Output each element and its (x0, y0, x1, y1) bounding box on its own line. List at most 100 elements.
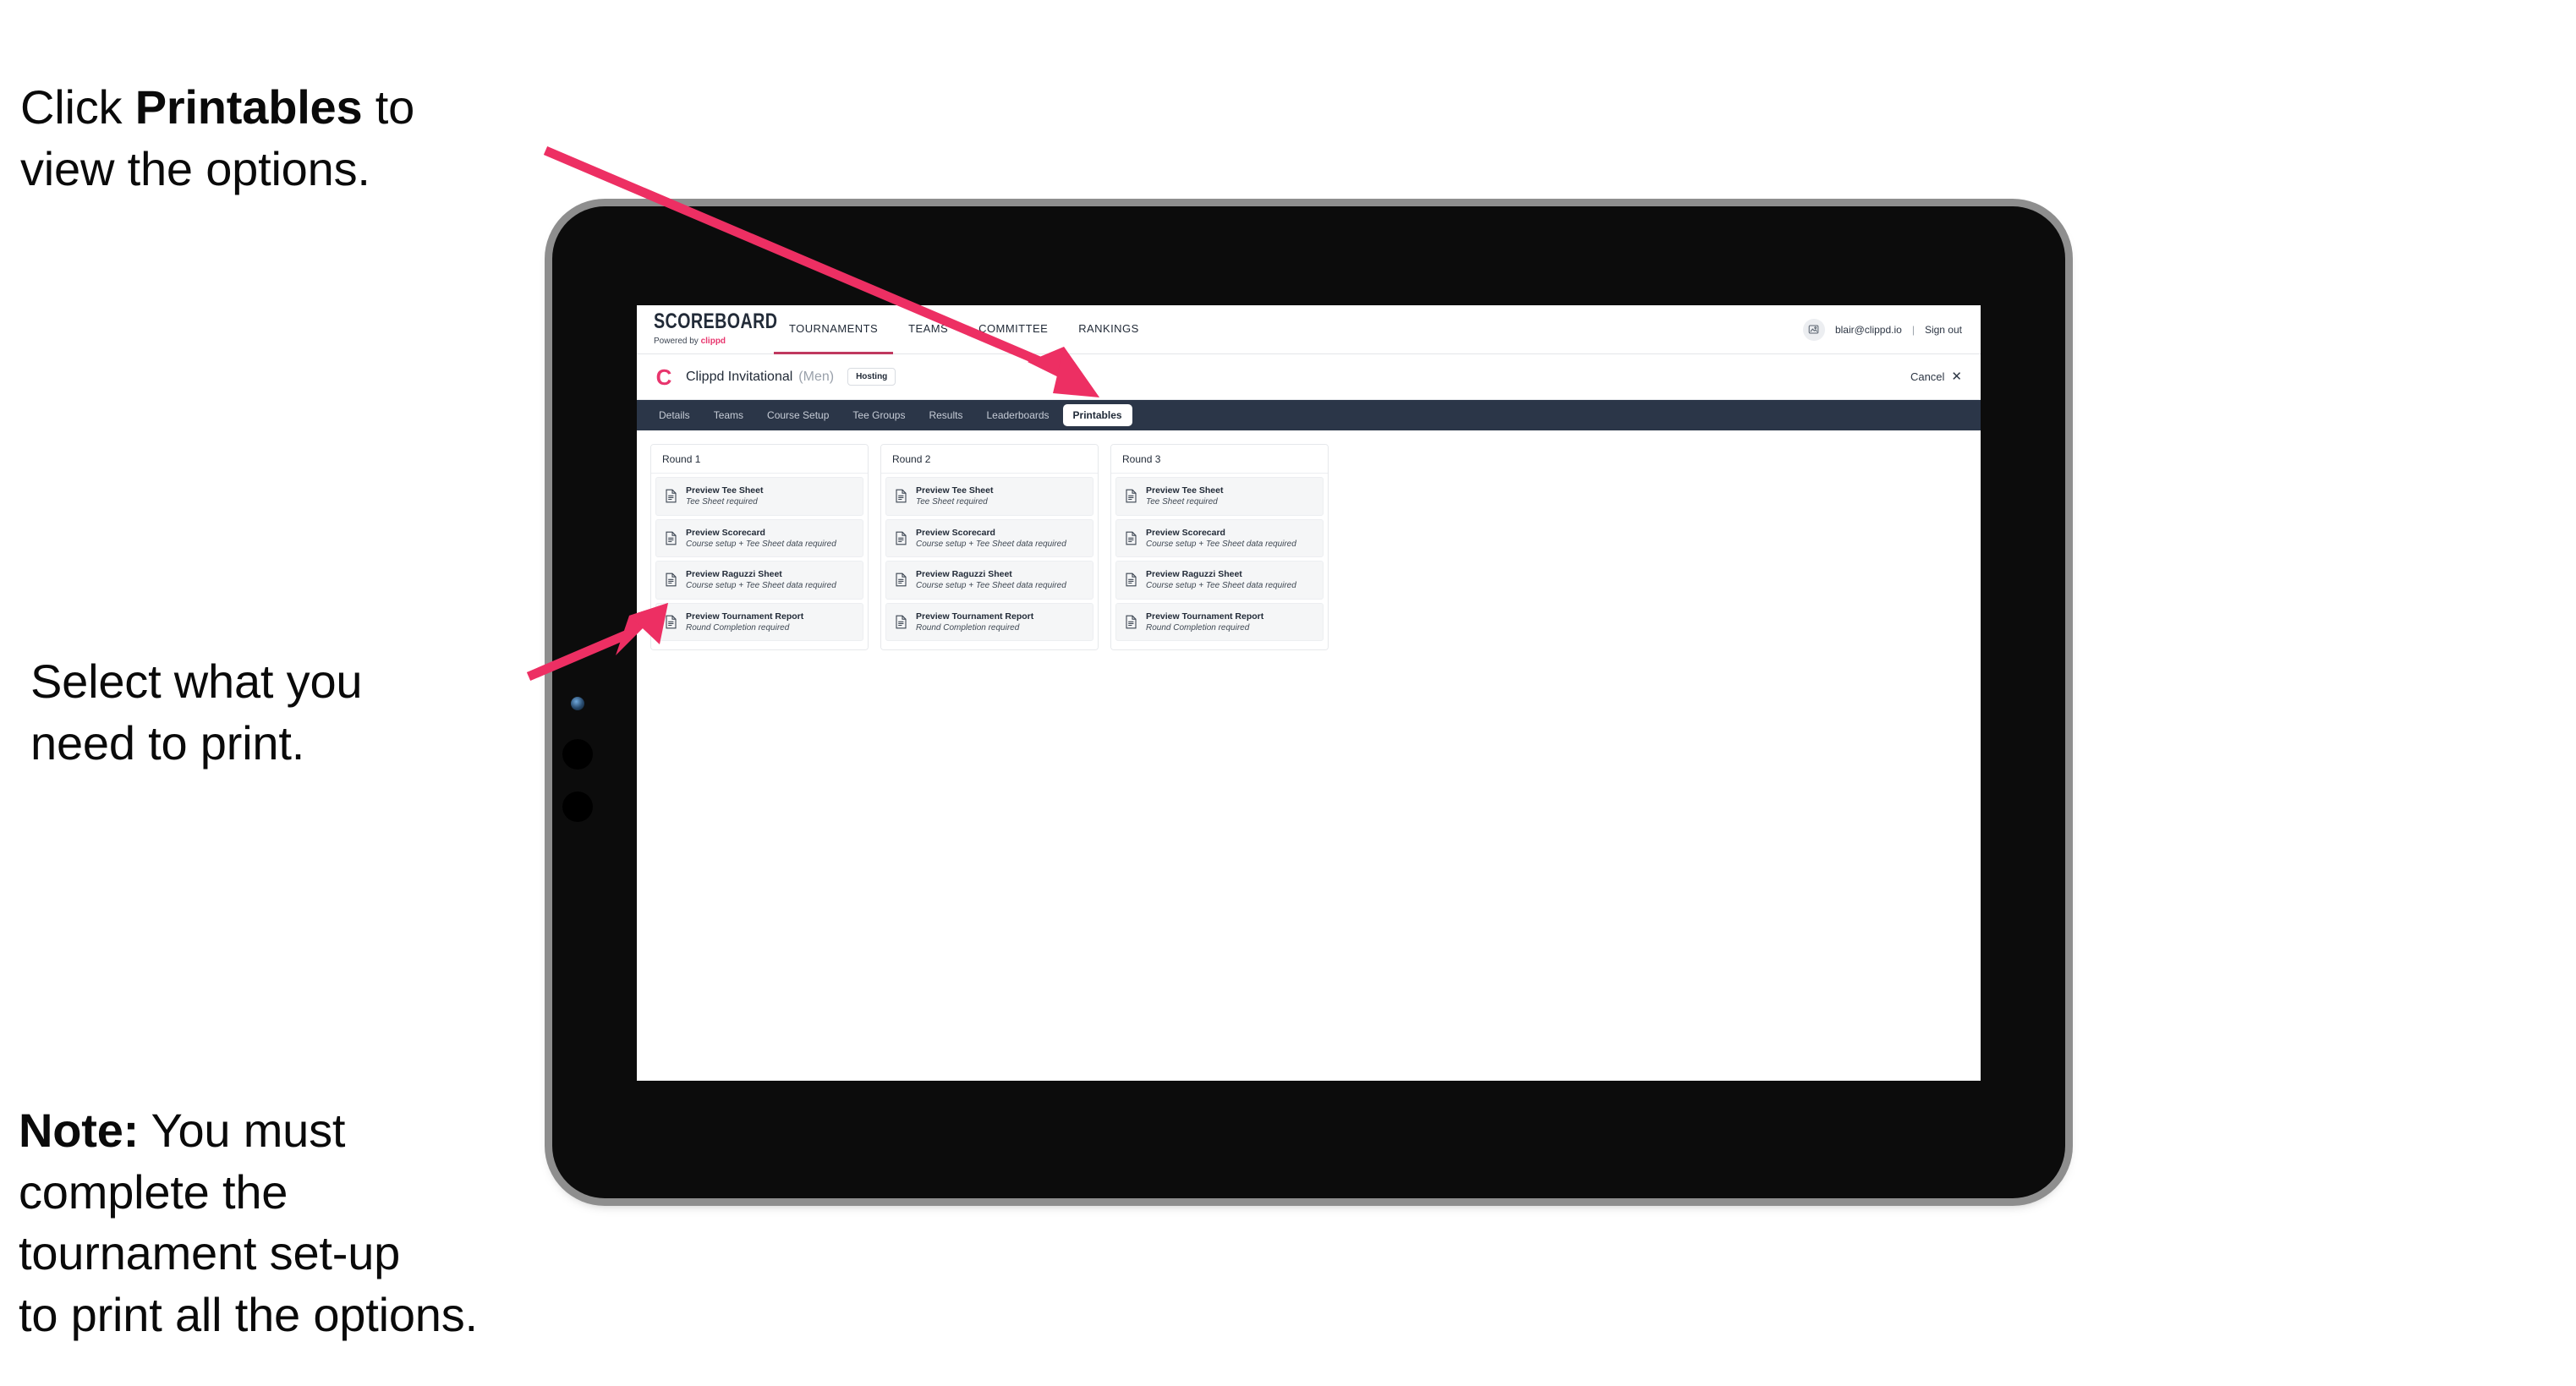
callout-click-printables: Click Printables to view the options. (20, 15, 578, 200)
tablet-screen: SCOREBOARD Powered by clippd TOURNAMENTS… (637, 305, 1981, 1081)
printable-subtitle: Round Completion required (686, 622, 790, 633)
tab-details[interactable]: Details (649, 404, 700, 426)
round-2-items: Preview Tee Sheet Tee Sheet required Pre… (881, 474, 1098, 650)
printable-row-text: Preview Scorecard Course setup + Tee She… (1146, 528, 1296, 550)
user-avatar-icon[interactable] (1802, 318, 1825, 341)
tab-leaderboards[interactable]: Leaderboards (976, 404, 1059, 426)
printable-title: Preview Raguzzi Sheet (916, 569, 1012, 580)
tab-tee-groups[interactable]: Tee Groups (842, 404, 915, 426)
printable-row-text: Preview Scorecard Course setup + Tee She… (916, 528, 1066, 550)
clippd-c-logo-icon: C (655, 364, 672, 390)
printable-row-tee-sheet[interactable]: Preview Tee Sheet Tee Sheet required (1115, 477, 1324, 516)
printable-subtitle: Round Completion required (1146, 622, 1250, 633)
powered-by-prefix: Powered by (654, 337, 701, 346)
round-3-items: Preview Tee Sheet Tee Sheet required Pre… (1111, 474, 1328, 650)
hardware-button-volume-down[interactable] (562, 792, 593, 822)
nav-item-tournaments[interactable]: TOURNAMENTS (774, 305, 894, 354)
printable-title: Preview Raguzzi Sheet (686, 569, 782, 580)
scoreboard-logo[interactable]: SCOREBOARD Powered by clippd (637, 310, 778, 346)
app-header: SCOREBOARD Powered by clippd TOURNAMENTS… (637, 305, 1981, 354)
printable-row-text: Preview Raguzzi Sheet Course setup + Tee… (1146, 569, 1296, 591)
nav-label-teams: TEAMS (908, 321, 949, 335)
document-icon (665, 615, 677, 629)
hosting-badge[interactable]: Hosting (847, 368, 896, 386)
cancel-button[interactable]: Cancel ✕ (1910, 370, 1962, 383)
document-icon (1125, 572, 1137, 587)
tab-label-course-setup: Course Setup (767, 409, 830, 421)
tournament-subheader: C Clippd Invitational (Men) Hosting Canc… (637, 354, 1981, 400)
document-icon (665, 572, 677, 587)
printable-row-text: Preview Scorecard Course setup + Tee She… (686, 528, 836, 550)
document-icon (895, 572, 907, 587)
printable-title: Preview Tournament Report (686, 611, 804, 622)
round-column-1: Round 1 Preview Tee Sheet Tee Sheet requ… (650, 444, 869, 651)
tab-label-leaderboards: Leaderboards (986, 409, 1050, 421)
sign-out-link[interactable]: Sign out (1925, 324, 1962, 336)
document-icon (895, 489, 907, 503)
printable-subtitle: Course setup + Tee Sheet data required (686, 581, 836, 591)
tournament-tabs: Details Teams Course Setup Tee Groups Re… (637, 400, 1981, 430)
document-icon (895, 615, 907, 629)
printables-panel: Round 1 Preview Tee Sheet Tee Sheet requ… (637, 430, 1981, 651)
printable-row-scorecard[interactable]: Preview Scorecard Course setup + Tee She… (655, 518, 863, 558)
document-icon (1125, 531, 1137, 545)
round-column-2: Round 2 Preview Tee Sheet Tee Sheet requ… (880, 444, 1099, 651)
cancel-label: Cancel (1910, 370, 1945, 383)
printable-subtitle: Tee Sheet required (686, 497, 758, 507)
round-1-header: Round 1 (651, 445, 868, 474)
printable-title: Preview Tee Sheet (916, 485, 994, 496)
printable-title: Preview Tournament Report (916, 611, 1034, 622)
printable-row-text: Preview Tee Sheet Tee Sheet required (916, 485, 993, 507)
tab-course-setup[interactable]: Course Setup (757, 404, 839, 426)
scoreboard-wordmark: SCOREBOARD (654, 310, 778, 334)
printable-subtitle: Course setup + Tee Sheet data required (1146, 539, 1296, 549)
user-email-label: blair@clippd.io (1834, 323, 1902, 336)
hardware-button-volume-up[interactable] (562, 739, 593, 770)
printable-row-raguzzi-sheet[interactable]: Preview Raguzzi Sheet Course setup + Tee… (1115, 561, 1324, 600)
tab-printables[interactable]: Printables (1062, 404, 1132, 426)
printable-row-text: Preview Tee Sheet Tee Sheet required (1146, 485, 1223, 507)
printable-title: Preview Tee Sheet (1146, 485, 1224, 496)
camera-led-indicator (571, 697, 584, 710)
printable-title: Preview Scorecard (686, 527, 765, 538)
printable-title: Preview Tournament Report (1146, 611, 1264, 622)
printable-row-tee-sheet[interactable]: Preview Tee Sheet Tee Sheet required (655, 477, 863, 516)
tab-results[interactable]: Results (918, 404, 973, 426)
printable-subtitle: Course setup + Tee Sheet data required (686, 539, 836, 549)
printable-subtitle: Course setup + Tee Sheet data required (916, 581, 1066, 591)
printable-title: Preview Tee Sheet (686, 485, 764, 496)
printable-row-tee-sheet[interactable]: Preview Tee Sheet Tee Sheet required (885, 477, 1093, 516)
document-icon (665, 489, 677, 503)
printable-row-scorecard[interactable]: Preview Scorecard Course setup + Tee She… (1115, 518, 1324, 558)
tablet-device-frame: SCOREBOARD Powered by clippd TOURNAMENTS… (552, 206, 2065, 1198)
nav-item-rankings[interactable]: RANKINGS (1063, 305, 1154, 354)
nav-label-rankings: RANKINGS (1078, 321, 1139, 335)
callout-select-what-to-print: Select what you need to print. (30, 655, 363, 770)
user-separator: | (1911, 323, 1915, 336)
printable-title: Preview Scorecard (1146, 527, 1225, 538)
printable-row-tournament-report[interactable]: Preview Tournament Report Round Completi… (885, 602, 1093, 642)
nav-item-committee[interactable]: COMMITTEE (963, 305, 1063, 354)
primary-nav: TOURNAMENTS TEAMS COMMITTEE RANKINGS (774, 305, 1154, 354)
nav-item-teams[interactable]: TEAMS (893, 305, 963, 354)
printable-row-raguzzi-sheet[interactable]: Preview Raguzzi Sheet Course setup + Tee… (885, 561, 1093, 600)
printable-row-tournament-report[interactable]: Preview Tournament Report Round Completi… (1115, 602, 1324, 642)
printable-row-scorecard[interactable]: Preview Scorecard Course setup + Tee She… (885, 518, 1093, 558)
tab-label-teams: Teams (713, 409, 744, 421)
printable-row-tournament-report[interactable]: Preview Tournament Report Round Completi… (655, 602, 863, 642)
round-column-3: Round 3 Preview Tee Sheet Tee Sheet requ… (1110, 444, 1329, 651)
screenshot-canvas: Click Printables to view the options. Se… (0, 0, 2576, 1386)
tab-label-details: Details (659, 409, 690, 421)
document-icon (895, 531, 907, 545)
printable-subtitle: Tee Sheet required (916, 497, 988, 507)
printable-subtitle: Course setup + Tee Sheet data required (916, 539, 1066, 549)
callout-1-bold: Printables (134, 79, 363, 134)
nav-label-committee: COMMITTEE (978, 321, 1049, 335)
tab-teams[interactable]: Teams (704, 404, 754, 426)
printable-row-raguzzi-sheet[interactable]: Preview Raguzzi Sheet Course setup + Tee… (655, 561, 863, 600)
printable-subtitle: Tee Sheet required (1146, 497, 1218, 507)
close-icon: ✕ (1951, 370, 1962, 384)
document-icon (1125, 489, 1137, 503)
user-account-area: blair@clippd.io | Sign out (1802, 318, 1981, 341)
document-icon (665, 531, 677, 545)
